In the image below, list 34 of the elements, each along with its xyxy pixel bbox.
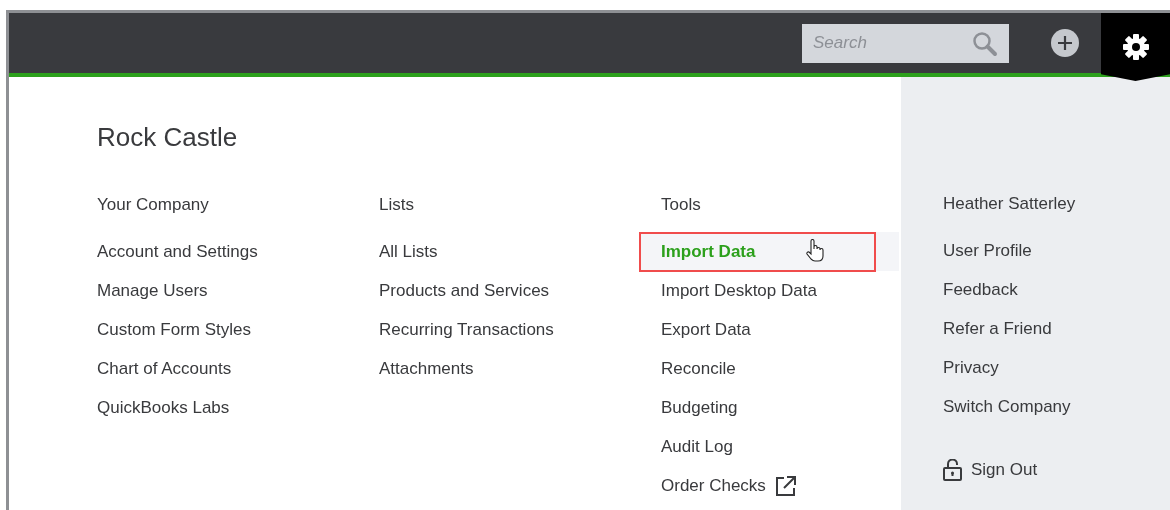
menu-link[interactable]: Budgeting [661, 394, 738, 421]
menu-link[interactable]: Switch Company [943, 393, 1071, 420]
column-heading: Your Company [97, 194, 209, 216]
menu-link[interactable]: Refer a Friend [943, 315, 1052, 342]
menu-link[interactable]: Order Checks [661, 472, 766, 499]
menu-link[interactable]: Products and Services [379, 277, 550, 304]
menu-link[interactable]: QuickBooks Labs [97, 394, 230, 421]
external-link-icon[interactable] [774, 474, 797, 497]
menu-link[interactable]: User Profile [943, 237, 1032, 264]
settings-icon [1120, 32, 1151, 62]
menu-link[interactable]: Chart of Accounts [97, 355, 232, 382]
menu-link[interactable]: Export Data [661, 316, 751, 343]
menu-link[interactable]: Privacy [943, 354, 999, 381]
hand-cursor-icon [806, 239, 824, 263]
menu-link[interactable]: Audit Log [661, 433, 733, 460]
column-heading: Tools [661, 194, 701, 216]
search-icon [972, 30, 998, 57]
settings-button[interactable] [1101, 13, 1170, 81]
unlocked-padlock-icon [943, 458, 962, 481]
menu-link[interactable]: Attachments [379, 355, 474, 382]
menu-link[interactable]: Import Desktop Data [661, 277, 817, 304]
plus-icon[interactable] [1051, 29, 1079, 57]
column-heading: Lists [379, 194, 414, 216]
menu-link[interactable]: Reconcile [661, 355, 736, 382]
sign-out-link[interactable]: Sign Out [943, 457, 1038, 483]
user-name: Heather Satterley [943, 193, 1076, 215]
company-name: Rock Castle [97, 121, 239, 153]
menu-link[interactable]: Account and Settings [97, 238, 258, 265]
menu-link[interactable]: Manage Users [97, 277, 208, 304]
search-field[interactable]: Search [802, 23, 1009, 63]
menu-link[interactable]: Recurring Transactions [379, 316, 554, 343]
menu-link[interactable]: All Lists [379, 238, 438, 265]
menu-link[interactable]: Feedback [943, 276, 1018, 303]
menu-link[interactable]: Custom Form Styles [97, 316, 251, 343]
